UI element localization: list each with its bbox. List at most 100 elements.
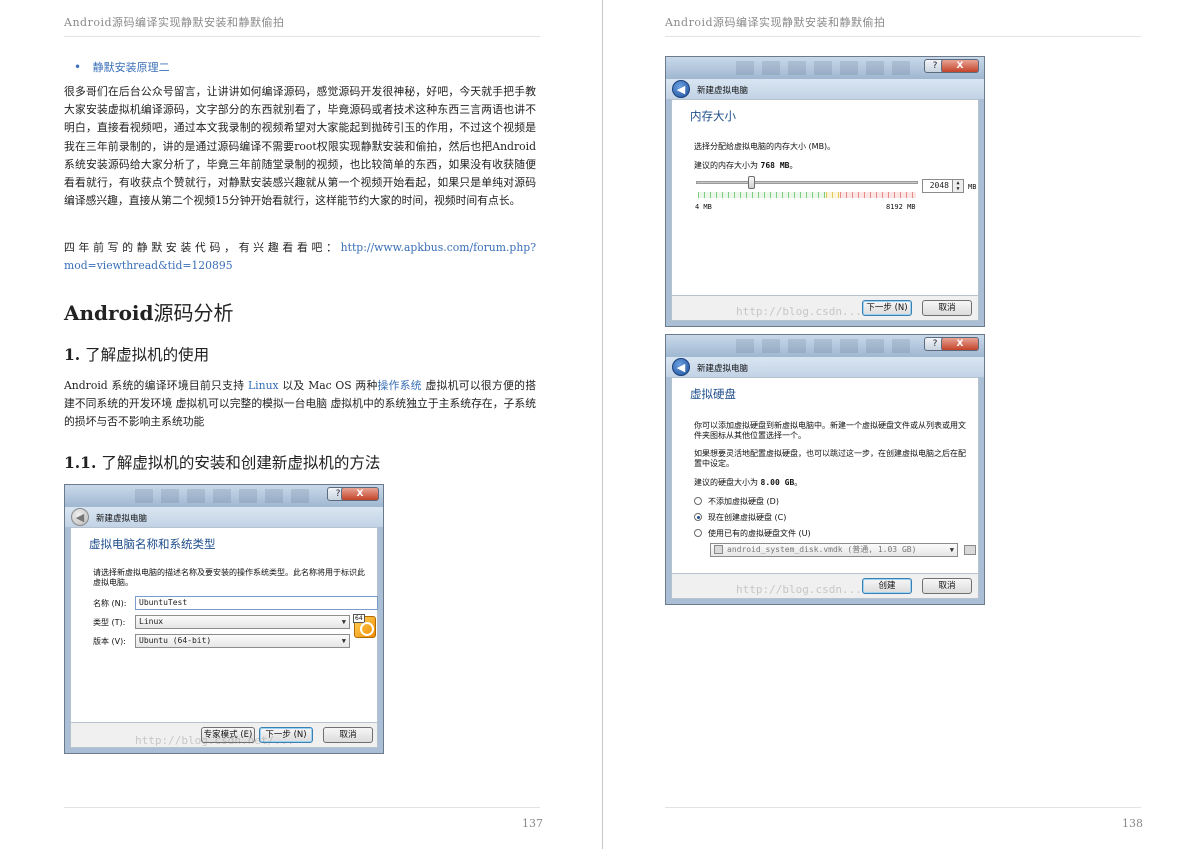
dialog-navbar: ◀ 新建虚拟电脑 [65, 507, 383, 527]
header-rule [665, 36, 1141, 37]
scale-yellow [826, 192, 840, 198]
watermark: http://blog.csdn.net/... [135, 734, 294, 747]
os-link[interactable]: 操作系统 [378, 379, 422, 392]
footer-rule [64, 807, 540, 808]
memory-spinbox[interactable]: 2048 ▲ ▼ [922, 179, 964, 193]
next-button[interactable]: 下一步 (N) [862, 300, 912, 316]
subsubsection-number: 1.1. [64, 453, 97, 472]
folder-icon[interactable] [964, 545, 976, 555]
linux-link[interactable]: Linux [248, 379, 279, 392]
watermark: http://blog.csdn... [736, 583, 862, 596]
dialog-body: 虚拟电脑名称和系统类型 请选择新虚拟电脑的描述名称及要安装的操作系统类型。此名称… [70, 527, 378, 723]
bullet-link[interactable]: 静默安装原理二 [93, 61, 170, 74]
dialog-heading: 虚拟硬盘 [690, 387, 736, 401]
dialog-description-2: 如果想要灵活地配置虚拟硬盘，也可以跳过这一步，在创建虚拟电脑之后在配置中设定。 [694, 449, 966, 468]
env-text-1: Android 系统的编译环境目前只支持 [64, 379, 248, 392]
type-select[interactable]: Linux ▼ [135, 615, 350, 629]
heading-cn: 源码分析 [153, 301, 234, 325]
version-select[interactable]: Ubuntu (64-bit) ▼ [135, 634, 350, 648]
page-number: 138 [1122, 817, 1143, 830]
slider-min-label: 4 MB [695, 203, 712, 211]
dialog-name-type: ? X ◀ 新建虚拟电脑 虚拟电脑名称和系统类型 请选择新虚拟电脑的描述名称及要… [64, 484, 384, 754]
background-blur [736, 61, 916, 75]
recommend-value: 768 MB [760, 161, 790, 170]
subsection-title: 了解虚拟机的使用 [85, 346, 210, 364]
recommend-line: 建议的内存大小为 768 MB。 [694, 161, 797, 171]
name-input[interactable]: UbuntuTest [135, 596, 378, 610]
env-paragraph: Android 系统的编译环境目前只支持 Linux 以及 Mac OS 两种操… [64, 377, 536, 432]
chevron-down-icon: ▼ [341, 618, 346, 626]
dialog-body: 虚拟硬盘 你可以添加虚拟硬盘到新虚拟电脑中。新建一个虚拟硬盘文件或从列表或用文件… [671, 377, 979, 574]
close-button[interactable]: X [341, 487, 379, 501]
bullet-item: 静默安装原理二 [74, 59, 170, 75]
type-value: Linux [139, 617, 164, 626]
section-heading: Android源码分析 [64, 297, 234, 326]
version-label: 版本 (V): [93, 637, 126, 646]
existing-disk-select[interactable]: android_system_disk.vmdk (普通, 1.03 GB) ▼ [710, 543, 958, 557]
create-button[interactable]: 创建 [862, 578, 912, 594]
recommend-line: 建议的硬盘大小为 8.00 GB。 [694, 478, 802, 488]
radio-no-disk-label: 不添加虚拟硬盘 (D) [708, 497, 779, 506]
memory-slider-scale [698, 192, 916, 198]
radio-dot [694, 529, 702, 537]
footer-rule [665, 807, 1141, 808]
env-text-2: 以及 Mac OS 两种 [278, 379, 378, 392]
dialog-titlebar: ? X [65, 485, 383, 507]
version-value: Ubuntu (64-bit) [139, 636, 212, 645]
memory-slider-thumb[interactable] [748, 176, 755, 189]
running-header: Android源码编译实现静默安装和静默偷拍 [64, 16, 285, 29]
recommend-value: 8.00 GB [760, 478, 795, 487]
code-paragraph: 四年前写的静默安装代码，有兴趣看看吧：http://www.apkbus.com… [64, 239, 536, 275]
type-label: 类型 (T): [93, 618, 126, 627]
radio-create-disk-label: 现在创建虚拟硬盘 (C) [708, 513, 787, 522]
memory-slider-track[interactable] [696, 181, 918, 184]
back-arrow-icon[interactable]: ◀ [672, 358, 690, 376]
recommend-suffix: 。 [789, 161, 798, 170]
recommend-prefix: 建议的硬盘大小为 [694, 478, 761, 487]
radio-no-disk[interactable]: 不添加虚拟硬盘 (D) [694, 496, 779, 507]
spin-down-icon[interactable]: ▼ [952, 186, 963, 192]
radio-dot-selected [694, 513, 702, 521]
dialog-description: 请选择新虚拟电脑的描述名称及要安装的操作系统类型。此名称将用于标识此虚拟电脑。 [93, 568, 365, 587]
os-bits-badge: 64 [353, 614, 365, 623]
radio-existing-disk[interactable]: 使用已有的虚拟硬盘文件 (U) [694, 528, 811, 539]
radio-create-disk[interactable]: 现在创建虚拟硬盘 (C) [694, 512, 786, 523]
recommend-prefix: 建议的内存大小为 [694, 161, 761, 170]
close-button[interactable]: X [941, 337, 979, 351]
dialog-body: 内存大小 选择分配给虚拟电脑的内存大小 (MB)。 建议的内存大小为 768 M… [671, 99, 979, 296]
background-blur [135, 489, 315, 503]
dialog-heading: 虚拟电脑名称和系统类型 [89, 537, 216, 551]
subsection-heading: 1. 了解虚拟机的使用 [64, 343, 209, 365]
cancel-button[interactable]: 取消 [323, 727, 373, 743]
heading-latin: Android [64, 301, 154, 325]
memory-value: 2048 [929, 181, 949, 190]
dialog-titlebar: ? X [666, 335, 984, 357]
right-page: Android源码编译实现静默安装和静默偷拍 ? X ◀ 新建虚拟电脑 内存大小… [603, 0, 1203, 849]
close-button[interactable]: X [941, 59, 979, 73]
back-arrow-icon[interactable]: ◀ [672, 80, 690, 98]
subsubsection-title: 了解虚拟机的安装和创建新虚拟机的方法 [101, 454, 381, 472]
existing-disk-value: android_system_disk.vmdk (普通, 1.03 GB) [727, 545, 917, 554]
header-rule [64, 36, 540, 37]
left-page: Android源码编译实现静默安装和静默偷拍 静默安装原理二 很多哥们在后台公众… [0, 0, 602, 849]
dialog-heading: 内存大小 [690, 109, 736, 123]
disk-icon [714, 545, 723, 554]
subsection-number: 1. [64, 345, 81, 364]
cancel-button[interactable]: 取消 [922, 578, 972, 594]
chevron-down-icon: ▼ [949, 546, 954, 554]
subsubsection-heading: 1.1. 了解虚拟机的安装和创建新虚拟机的方法 [64, 451, 380, 473]
radio-dot [694, 497, 702, 505]
code-intro-text: 四年前写的静默安装代码，有兴趣看看吧： [64, 241, 341, 254]
window-title: 新建虚拟电脑 [697, 364, 749, 374]
dialog-description: 你可以添加虚拟硬盘到新虚拟电脑中。新建一个虚拟硬盘文件或从列表或用文件夹图标从其… [694, 421, 966, 440]
ubuntu-os-icon: 64 [353, 614, 376, 638]
running-header: Android源码编译实现静默安装和静默偷拍 [665, 16, 886, 29]
window-title: 新建虚拟电脑 [96, 514, 148, 524]
dialog-virtual-disk: ? X ◀ 新建虚拟电脑 虚拟硬盘 你可以添加虚拟硬盘到新虚拟电脑中。新建一个虚… [665, 334, 985, 605]
dialog-navbar: ◀ 新建虚拟电脑 [666, 357, 984, 377]
back-arrow-icon[interactable]: ◀ [71, 508, 89, 526]
page-number: 137 [522, 817, 543, 830]
dialog-description: 选择分配给虚拟电脑的内存大小 (MB)。 [694, 142, 836, 151]
cancel-button[interactable]: 取消 [922, 300, 972, 316]
watermark: http://blog.csdn... [736, 305, 862, 318]
